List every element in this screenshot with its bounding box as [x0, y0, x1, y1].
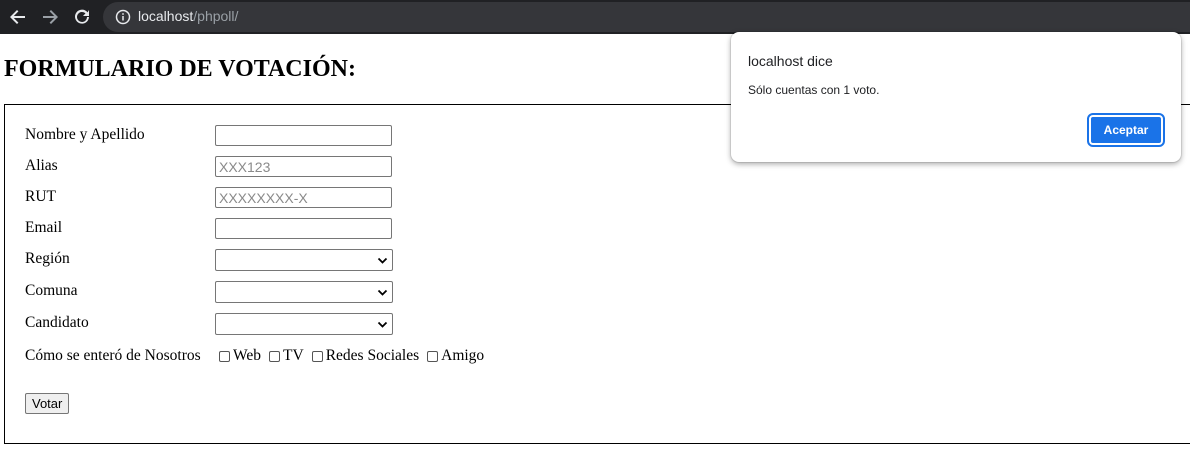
page-title: FORMULARIO DE VOTACIÓN: — [4, 56, 356, 82]
source-option-web[interactable]: Web — [219, 347, 261, 365]
dialog-title: localhost dice — [748, 53, 833, 69]
source-label: Cómo se enteró de Nosotros — [25, 347, 201, 364]
alias-input[interactable] — [215, 156, 392, 177]
checkbox[interactable] — [427, 350, 439, 362]
comuna-select[interactable] — [215, 281, 393, 303]
region-label: Región — [25, 250, 70, 267]
chevron-down-icon — [377, 289, 388, 296]
email-label: Email — [25, 219, 63, 236]
alert-dialog: localhost dice Sólo cuentas con 1 voto. … — [731, 32, 1181, 162]
back-arrow-icon[interactable] — [7, 6, 29, 28]
checkbox[interactable] — [269, 350, 281, 362]
candidato-label: Candidato — [25, 314, 89, 331]
forward-arrow-icon[interactable] — [39, 6, 61, 28]
browser-toolbar: localhost/phpoll/ — [0, 0, 1190, 34]
source-option-tv[interactable]: TV — [269, 347, 304, 365]
rut-label: RUT — [25, 188, 56, 205]
source-options: Web TV Redes Sociales Amigo — [219, 347, 492, 365]
nombre-label: Nombre y Apellido — [25, 126, 145, 143]
region-select[interactable] — [215, 249, 393, 271]
info-icon[interactable] — [115, 9, 131, 25]
option-label: TV — [283, 347, 304, 364]
option-label: Amigo — [441, 347, 485, 364]
candidato-select[interactable] — [215, 313, 393, 335]
option-label: Redes Sociales — [325, 347, 420, 364]
nombre-input[interactable] — [215, 125, 392, 146]
url-path: /phpoll/ — [193, 8, 239, 24]
chevron-down-icon — [377, 321, 388, 328]
rut-input[interactable] — [215, 187, 392, 208]
source-option-redes[interactable]: Redes Sociales — [311, 347, 420, 365]
url-text: localhost/phpoll/ — [138, 8, 238, 24]
reload-icon[interactable] — [71, 6, 93, 28]
aceptar-button[interactable]: Aceptar — [1087, 113, 1165, 147]
dialog-message: Sólo cuentas con 1 voto. — [748, 83, 880, 97]
alias-label: Alias — [25, 157, 58, 174]
checkbox[interactable] — [311, 350, 323, 362]
source-option-amigo[interactable]: Amigo — [427, 347, 484, 365]
option-label: Web — [233, 347, 262, 364]
comuna-label: Comuna — [25, 282, 78, 299]
url-host: localhost — [138, 8, 194, 24]
chevron-down-icon — [377, 257, 388, 264]
address-bar[interactable]: localhost/phpoll/ — [103, 2, 1190, 32]
email-input[interactable] — [215, 218, 392, 239]
votar-button[interactable]: Votar — [25, 393, 70, 414]
checkbox[interactable] — [219, 350, 230, 362]
